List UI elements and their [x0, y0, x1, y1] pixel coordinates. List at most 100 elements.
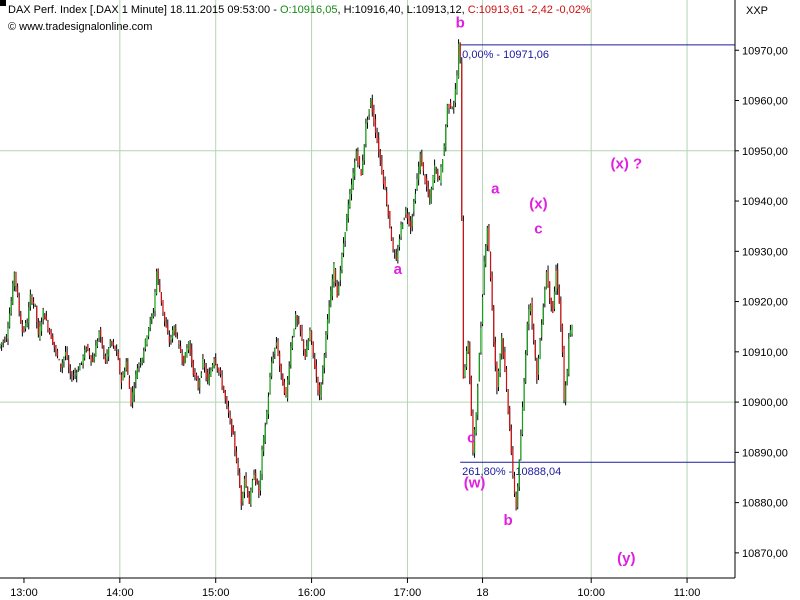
wave-label-4[interactable]: a — [491, 181, 500, 198]
candle-body — [96, 340, 99, 347]
candle — [28, 301, 30, 330]
candle-body — [432, 175, 434, 189]
candle — [344, 232, 346, 247]
candle — [101, 336, 103, 349]
candle — [155, 268, 158, 296]
wave-label-5[interactable]: b — [504, 512, 513, 529]
candle-body — [394, 253, 396, 255]
candle — [541, 319, 543, 341]
candle-body — [405, 210, 407, 215]
candle-body — [410, 220, 412, 229]
candle — [461, 57, 463, 222]
candle-body — [181, 354, 183, 360]
candle — [274, 347, 276, 360]
wave-label-0[interactable]: b — [456, 15, 465, 32]
candle — [79, 363, 81, 371]
candle — [294, 310, 297, 330]
candle — [44, 313, 46, 320]
candle — [221, 370, 223, 391]
candle — [127, 358, 129, 375]
candle-body — [250, 489, 252, 505]
candle — [106, 349, 108, 364]
candle — [26, 318, 28, 328]
collapse-icon[interactable] — [0, 0, 6, 6]
wave-label-9[interactable]: (y) — [617, 550, 635, 567]
candle-body — [163, 311, 166, 322]
candle — [330, 286, 332, 308]
candle-body — [0, 344, 1, 347]
candle-body — [355, 150, 357, 161]
candle — [144, 338, 147, 352]
candle-body — [397, 251, 399, 261]
candle-body — [475, 413, 477, 433]
candle — [211, 363, 214, 372]
candle — [477, 383, 479, 421]
candle — [95, 339, 97, 357]
candle-body — [478, 353, 480, 382]
candle — [510, 424, 512, 456]
candle-body — [282, 374, 284, 386]
candle-body — [2, 341, 4, 343]
candle-body — [315, 365, 317, 378]
candle-body — [263, 436, 265, 452]
candle-body — [261, 449, 263, 474]
candle — [40, 317, 43, 336]
candle-body — [426, 178, 428, 187]
candle-body — [114, 346, 116, 351]
header-open: 10916,05 — [292, 4, 338, 16]
candle — [90, 354, 92, 366]
candle — [526, 321, 528, 356]
candle — [232, 425, 234, 435]
chart: 0,00% - 10971,06261,80% - 10888,04 bac(w… — [0, 0, 800, 600]
candle — [124, 367, 126, 378]
candle-body — [539, 340, 541, 360]
candle — [287, 376, 289, 402]
candle-body — [341, 254, 343, 270]
candle — [485, 243, 487, 268]
wave-label-3[interactable]: (w) — [464, 475, 486, 492]
candle-body — [147, 327, 150, 337]
candle-body — [322, 366, 324, 380]
candle-body — [116, 349, 118, 351]
candle — [360, 168, 362, 176]
candle-body — [127, 361, 129, 375]
candle-body — [529, 304, 532, 312]
candle — [304, 348, 306, 360]
candle-body — [64, 351, 67, 356]
candle — [418, 161, 420, 186]
candle-body — [496, 362, 498, 388]
candle-body — [0, 342, 3, 346]
candle-body — [525, 354, 527, 382]
candle — [76, 369, 78, 383]
y-tick-label-1: 10880,00 — [742, 498, 788, 510]
candle-body — [517, 486, 519, 508]
candle-body — [352, 172, 354, 189]
candle-body — [45, 316, 47, 320]
candle — [82, 354, 84, 369]
candle — [557, 263, 559, 295]
candle — [52, 333, 54, 345]
candle-body — [68, 360, 70, 368]
wave-label-8[interactable]: (x) ? — [611, 155, 643, 172]
candle — [494, 336, 496, 372]
candle-body — [32, 301, 35, 304]
candle-body — [381, 160, 383, 174]
candle-body — [146, 336, 148, 345]
candle-body — [240, 486, 242, 505]
candle-body — [231, 419, 233, 433]
wave-label-6[interactable]: (x) — [529, 196, 547, 213]
candle — [469, 341, 471, 385]
candle-body — [266, 411, 268, 424]
candle-body — [373, 109, 375, 123]
candle-body — [325, 334, 327, 352]
wave-label-2[interactable]: c — [467, 429, 475, 446]
candle-body — [536, 358, 538, 380]
wave-label-7[interactable]: c — [534, 221, 542, 238]
candle-body — [109, 341, 111, 346]
candle — [547, 265, 549, 288]
candle — [322, 365, 324, 385]
candle — [306, 339, 308, 357]
wave-label-1[interactable]: a — [394, 261, 403, 278]
candle-body — [272, 357, 274, 362]
candle-body — [159, 283, 161, 292]
